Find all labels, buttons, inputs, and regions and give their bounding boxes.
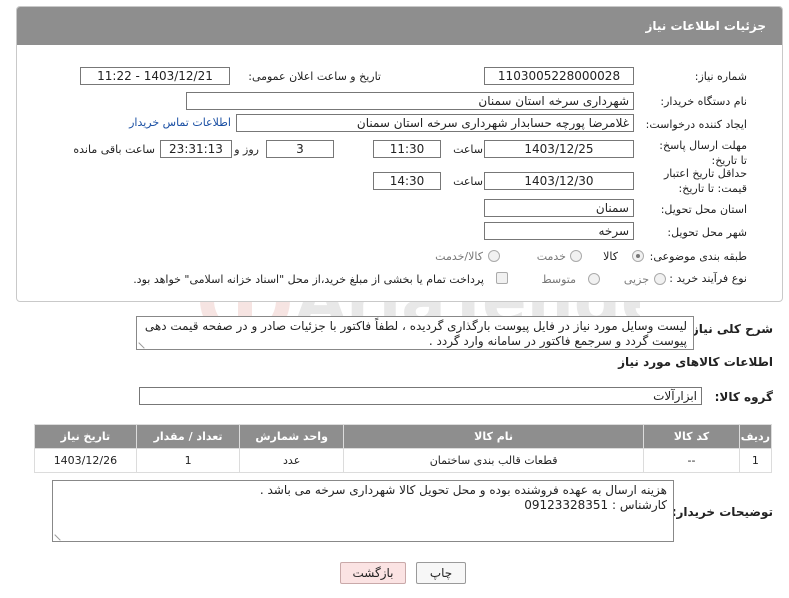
province-field[interactable]: سمنان [484, 199, 634, 217]
reply-date-field[interactable]: 1403/12/25 [484, 140, 634, 158]
city-label: شهر محل تحویل: [667, 226, 747, 239]
category-goods-label: کالا [603, 250, 618, 263]
category-both-radio[interactable] [488, 250, 500, 262]
process-minor-label: جزیی [623, 273, 649, 286]
remaining-label: ساعت باقی مانده [73, 143, 155, 156]
category-service-radio[interactable] [570, 250, 582, 262]
process-medium-radio[interactable] [588, 273, 600, 285]
treasury-payment-checkbox[interactable] [496, 272, 508, 284]
buyer-notes-label: توضیحات خریدار: [671, 505, 773, 519]
print-button[interactable]: چاپ [416, 562, 466, 584]
goods-group-label: گروه کالا: [714, 390, 773, 404]
process-medium-label: متوسط [541, 273, 576, 286]
need-number-label: شماره نیاز: [694, 70, 747, 83]
validity-date-field[interactable]: 1403/12/30 [484, 172, 634, 190]
city-field[interactable]: سرخه [484, 222, 634, 240]
need-number-field[interactable]: 1103005228000028 [484, 67, 634, 85]
description-textarea[interactable]: لیست وسایل مورد نیاز در فایل پیوست بارگذ… [136, 316, 694, 350]
buyer-notes-textarea[interactable]: هزینه ارسال به عهده فروشنده بوده و محل ت… [52, 480, 674, 542]
row-number-cell: 1 [738, 448, 773, 473]
process-label: نوع فرآیند خرید : [669, 272, 747, 285]
table-row[interactable]: 1 -- قطعات قالب بندی ساختمان عدد 1 1403/… [34, 448, 773, 473]
creator-label: ایجاد کننده درخواست: [645, 118, 747, 131]
code-cell: -- [643, 448, 740, 473]
table-header-row: ردیف کد کالا نام کالا واحد شمارش تعداد /… [34, 424, 773, 449]
page-title: جزئیات اطلاعات نیاز [645, 19, 766, 33]
buyer-org-field[interactable]: شهرداری سرخه استان سمنان [186, 92, 634, 110]
col-date-header: تاریخ نیاز [34, 424, 137, 449]
col-code-header: کد کالا [643, 424, 740, 449]
remaining-time-field[interactable]: 23:31:13 [160, 140, 232, 158]
goods-group-field[interactable]: ابزارآلات [139, 387, 702, 405]
panel-header: جزئیات اطلاعات نیاز [17, 7, 782, 45]
validity-time-label: ساعت [453, 175, 483, 188]
goods-section-title: اطلاعات کالاهای مورد نیاز [618, 355, 773, 369]
announce-label: تاریخ و ساعت اعلان عمومی: [248, 70, 381, 83]
category-goods-radio[interactable] [632, 250, 644, 262]
category-service-label: خدمت [536, 250, 566, 263]
creator-field[interactable]: غلامرضا پورچه حسابدار شهرداری سرخه استان… [236, 114, 634, 132]
price-validity-label: حداقل تاریخ اعتبار قیمت: تا تاریخ: [663, 167, 747, 195]
buyer-org-label: نام دستگاه خریدار: [660, 95, 747, 108]
back-button[interactable]: بازگشت [340, 562, 406, 584]
name-cell: قطعات قالب بندی ساختمان [342, 448, 645, 473]
col-unit-header: واحد شمارش [239, 424, 344, 449]
description-label: شرح کلی نیاز: [687, 322, 773, 336]
reply-time-field[interactable]: 11:30 [373, 140, 441, 158]
reply-deadline-label: مهلت ارسال پاسخ: تا تاریخ: [659, 139, 747, 167]
col-qty-header: تعداد / مقدار [135, 424, 241, 449]
days-field[interactable]: 3 [266, 140, 334, 158]
days-label: روز و [234, 143, 259, 156]
category-label: طبقه بندی موضوعی: [649, 250, 747, 263]
announce-field[interactable]: 1403/12/21 - 11:22 [80, 67, 230, 85]
validity-time-field[interactable]: 14:30 [373, 172, 441, 190]
buyer-contact-link[interactable]: اطلاعات تماس خریدار [129, 116, 231, 129]
category-both-label: کالا/خدمت [435, 250, 483, 263]
treasury-payment-note: پرداخت تمام یا بخشی از مبلغ خرید،از محل … [133, 273, 484, 286]
unit-cell: عدد [239, 448, 344, 473]
province-label: استان محل تحویل: [660, 203, 747, 216]
col-name-header: نام کالا [342, 424, 645, 449]
process-minor-radio[interactable] [654, 273, 666, 285]
reply-time-label: ساعت [453, 143, 483, 156]
col-row-header: ردیف [738, 424, 773, 449]
date-cell: 1403/12/26 [34, 448, 137, 473]
qty-cell: 1 [135, 448, 241, 473]
goods-table: ردیف کد کالا نام کالا واحد شمارش تعداد /… [34, 424, 773, 473]
